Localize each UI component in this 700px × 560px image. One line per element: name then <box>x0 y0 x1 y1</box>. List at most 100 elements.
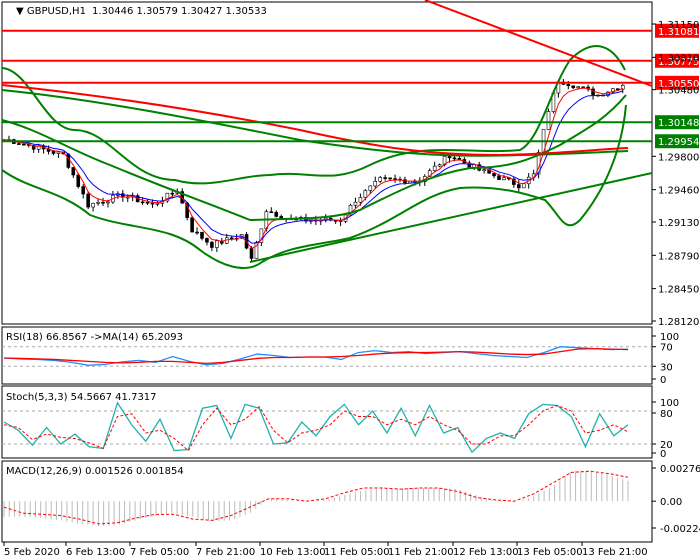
indicator-axis-label: -0.002241 <box>660 524 700 535</box>
candle-body <box>393 178 397 180</box>
candle-body <box>145 201 150 204</box>
candle-body <box>81 186 85 195</box>
indicator-axis-label: 30 <box>660 362 673 373</box>
resistance-trendline[interactable] <box>424 0 653 87</box>
price-axis-label: 1.30480 <box>658 86 699 97</box>
candle-body <box>215 240 219 248</box>
candle-body <box>170 192 175 195</box>
symbol-title: ▼ GBPUSD,H1 1.30446 1.30579 1.30427 1.305… <box>16 6 267 17</box>
candle-body <box>368 185 373 191</box>
candle-body <box>249 247 254 259</box>
candle-body <box>388 177 392 180</box>
candle-body <box>521 183 526 189</box>
candle-body <box>140 201 145 204</box>
candle-body <box>497 175 501 181</box>
candle-body <box>373 180 378 187</box>
time-axis-label: 10 Feb 13:00 <box>260 547 326 558</box>
indicator-axis-label: 0 <box>660 375 666 386</box>
price-axis-label: 1.29460 <box>658 186 699 197</box>
level-price-label: 1.30148 <box>658 118 699 129</box>
candle-body <box>457 157 462 160</box>
bollinger-middle <box>1 94 627 222</box>
candle-body <box>383 177 387 179</box>
candle-body <box>516 184 521 189</box>
trading-chart-window: 1.31081 1.30775 1.30550 1.30148 1.29954 1.31… <box>0 0 700 560</box>
macd-signal-line <box>3 470 629 525</box>
time-axis-label: 7 Feb 21:00 <box>196 547 255 558</box>
ohlc-values: 1.30446 1.30579 1.30427 1.30533 <box>92 6 267 17</box>
candle-body <box>51 151 56 154</box>
price-axis-label: 1.31150 <box>658 20 699 31</box>
candle-body <box>452 157 457 160</box>
price-axis-label: 1.28450 <box>658 285 699 296</box>
price-axis-label: 1.28120 <box>658 317 699 328</box>
candle-body <box>492 172 496 177</box>
candle-body <box>210 241 214 248</box>
candle-body <box>190 217 194 233</box>
candle-body <box>155 203 160 205</box>
time-axis-label: 11 Feb 21:00 <box>388 547 454 558</box>
candle-body <box>581 86 585 89</box>
candle-body <box>91 202 95 208</box>
candle-body <box>437 164 442 167</box>
candle-body <box>269 211 274 213</box>
candle-body <box>274 212 279 217</box>
bollinger-upper <box>1 45 626 185</box>
time-axis-label: 13 Feb 21:00 <box>582 547 648 558</box>
candle-body <box>229 237 234 240</box>
candle-body <box>591 88 595 96</box>
candle-body <box>566 84 571 87</box>
candle-body <box>76 174 81 187</box>
indicator-axis-label: 0.00 <box>660 497 682 508</box>
time-axis-label: 6 Feb 13:00 <box>66 547 125 558</box>
main-price-panel[interactable] <box>1 1 653 325</box>
time-axis-label: 12 Feb 13:00 <box>453 547 519 558</box>
level-price-label: 1.29954 <box>658 137 699 148</box>
candle-body <box>502 177 506 181</box>
time-axis-label: 11 Feb 05:00 <box>324 547 390 558</box>
candle-body <box>195 231 199 234</box>
candle-body <box>56 151 61 154</box>
rsi-label: RSI(18) 66.8567 ->MA(14) 65.2093 <box>6 332 183 343</box>
chart-canvas[interactable]: 1.310811.307751.305501.301481.29954 1.31… <box>0 0 700 560</box>
macd-label: MACD(12,26,9) 0.001526 0.001854 <box>6 466 184 477</box>
price-axis-label: 1.29800 <box>658 152 699 163</box>
price-axis-label: 1.30810 <box>658 53 699 64</box>
candle-body <box>106 201 110 204</box>
candle-body <box>96 201 100 204</box>
rsi-ma-line <box>3 348 629 365</box>
candle-body <box>86 193 90 208</box>
collapse-arrow-icon[interactable]: ▼ <box>16 6 27 17</box>
fast-moving-average <box>3 87 623 249</box>
stoch-k-line <box>3 401 629 454</box>
candle-body <box>21 143 26 146</box>
candle-body <box>358 197 363 203</box>
indicator-axis-label: 80 <box>660 409 673 420</box>
candlesticks <box>2 78 625 262</box>
price-axis-label: 1.29130 <box>658 218 699 229</box>
symbol-label: GBPUSD,H1 <box>27 6 86 17</box>
candle-body <box>71 167 76 176</box>
bollinger-bands <box>1 45 627 269</box>
candle-body <box>546 111 551 130</box>
stoch-label: Stoch(5,3,3) 54.5667 41.7317 <box>6 392 157 403</box>
candle-body <box>200 231 204 239</box>
time-axis-label: 7 Feb 05:00 <box>130 547 189 558</box>
indicator-axis-label: 0.002769 <box>660 464 700 475</box>
candle-body <box>66 153 71 168</box>
price-axis-label: 1.28790 <box>658 251 699 262</box>
time-axis-label: 5 Feb 2020 <box>4 547 60 558</box>
candle-body <box>447 156 452 159</box>
candle-body <box>205 238 209 243</box>
candle-body <box>482 169 486 172</box>
time-axis: 5 Feb 2020 6 Feb 13:00 7 Feb 05:00 7 Feb 21… <box>3 542 648 558</box>
candle-body <box>571 85 576 89</box>
time-axis-label: 13 Feb 05:00 <box>517 547 583 558</box>
candle-body <box>17 143 21 145</box>
indicator-axis-label: 0 <box>660 449 666 460</box>
candle-body <box>378 177 383 182</box>
candle-body <box>101 201 105 204</box>
indicator-axis-label: 100 <box>660 398 679 409</box>
candle-body <box>150 202 155 205</box>
candle-body <box>363 190 368 198</box>
